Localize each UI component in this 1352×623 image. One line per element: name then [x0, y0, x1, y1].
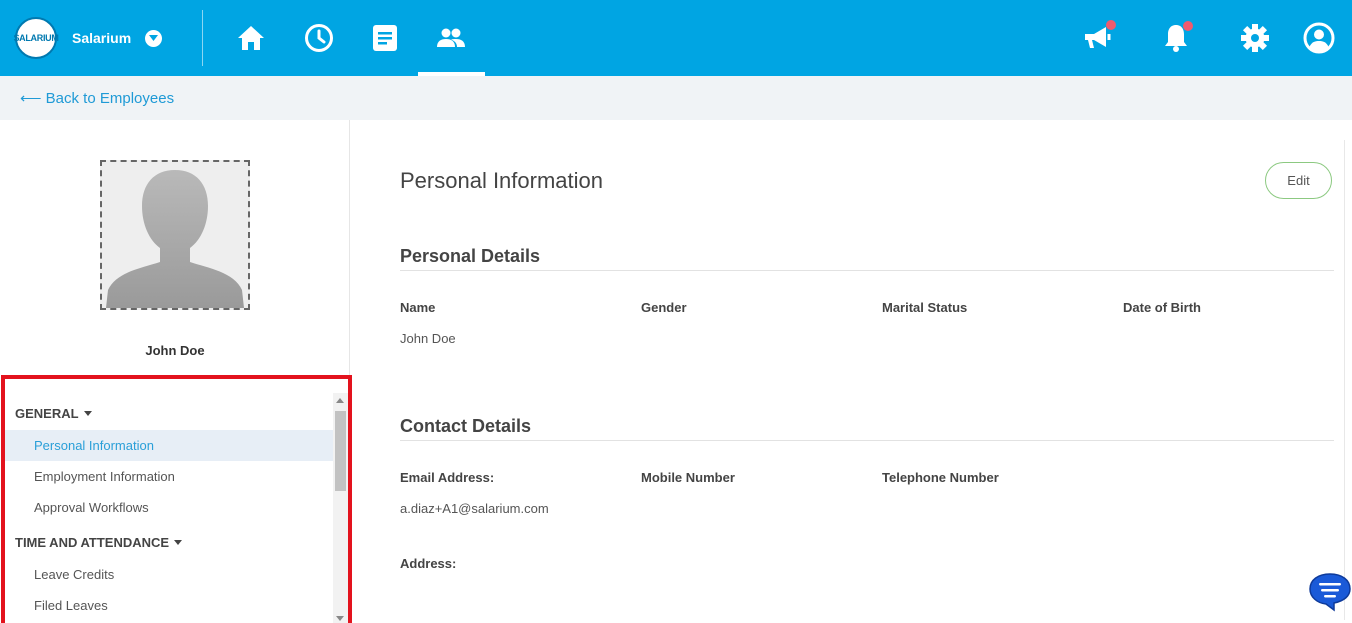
sidebar-scrollbar[interactable] — [333, 393, 348, 623]
top-navigation-bar: SALARIUM Salarium — [0, 0, 1352, 76]
email-address-value: a.diaz+A1@salarium.com — [400, 501, 549, 516]
sidebar-item-leave-credits[interactable]: Leave Credits — [5, 559, 333, 590]
section-general[interactable]: GENERAL — [15, 406, 92, 421]
employee-name: John Doe — [145, 343, 205, 358]
mobile-number-label: Mobile Number — [641, 470, 735, 485]
clock-icon[interactable] — [301, 20, 337, 56]
logo-text: SALARIUM — [13, 33, 59, 43]
caret-down-icon — [83, 411, 92, 416]
page-title: Personal Information — [400, 168, 603, 193]
date-of-birth-label: Date of Birth — [1123, 300, 1201, 315]
section-time-and-attendance[interactable]: TIME AND ATTENDANCE — [15, 535, 183, 550]
gear-icon[interactable] — [1237, 20, 1273, 56]
avatar[interactable] — [100, 160, 250, 310]
scroll-up-arrow-icon[interactable] — [336, 398, 344, 403]
section-title: TIME AND ATTENDANCE — [15, 535, 170, 550]
nav-divider — [202, 10, 203, 66]
email-address-label: Email Address: — [400, 470, 495, 485]
sidebar-item-filed-leaves[interactable]: Filed Leaves — [5, 590, 333, 621]
avatar-placeholder-icon — [106, 170, 244, 308]
company-name: Salarium — [72, 30, 132, 46]
account-icon[interactable] — [1301, 20, 1337, 56]
company-switcher[interactable]: SALARIUM Salarium — [13, 17, 163, 59]
people-icon[interactable] — [433, 20, 469, 56]
sidebar-item-approval-workflows[interactable]: Approval Workflows — [5, 492, 333, 523]
bell-icon[interactable] — [1158, 20, 1194, 56]
caret-down-icon — [174, 540, 183, 545]
notification-dot — [1183, 21, 1193, 31]
employee-sidebar: John Doe GENERAL Personal Information Em… — [0, 120, 352, 623]
main-content: Personal Information Edit Personal Detai… — [351, 120, 1352, 623]
sidebar-item-employment-information[interactable]: Employment Information — [5, 461, 333, 492]
contact-details-title: Contact Details — [400, 416, 532, 436]
salarium-logo: SALARIUM — [13, 17, 59, 59]
marital-status-label: Marital Status — [882, 300, 968, 315]
scroll-down-arrow-icon[interactable] — [336, 616, 344, 621]
chat-support-icon[interactable] — [1308, 572, 1352, 612]
back-to-employees-link[interactable]: ⟵ Back to Employees — [20, 89, 174, 107]
section-divider — [400, 270, 1334, 271]
edit-button[interactable]: Edit — [1265, 162, 1332, 199]
breadcrumb-bar: ⟵ Back to Employees — [0, 76, 1352, 120]
home-icon[interactable] — [233, 20, 269, 56]
telephone-number-label: Telephone Number — [882, 470, 999, 485]
name-value: John Doe — [400, 331, 456, 346]
personal-details-title: Personal Details — [400, 246, 541, 266]
sidebar-menu-highlight: GENERAL Personal Information Employment … — [1, 375, 352, 623]
gender-label: Gender — [641, 300, 687, 315]
content-scroll-track — [1344, 140, 1345, 620]
notification-dot — [1106, 20, 1116, 30]
section-title: GENERAL — [15, 406, 79, 421]
sidebar-item-personal-information[interactable]: Personal Information — [5, 430, 333, 461]
megaphone-icon[interactable] — [1080, 20, 1116, 56]
scroll-thumb[interactable] — [335, 411, 346, 491]
address-label: Address: — [400, 556, 457, 571]
name-label: Name — [400, 300, 436, 315]
section-divider — [400, 440, 1334, 441]
document-icon[interactable] — [367, 20, 403, 56]
chevron-down-icon[interactable] — [145, 29, 163, 47]
